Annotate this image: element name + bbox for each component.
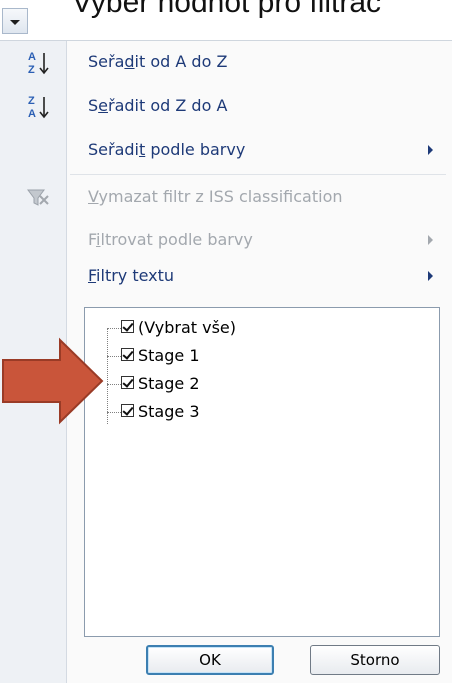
sort-z-to-a-icon: Z A — [22, 91, 58, 123]
sort-a-to-z-icon: A Z — [22, 47, 58, 79]
filter-values-list[interactable]: (Vybrat vše) Stage 1 Stage 2 Stage 3 — [84, 307, 440, 637]
tree-connector — [107, 356, 121, 357]
submenu-arrow-icon — [428, 271, 433, 281]
svg-text:Z: Z — [28, 64, 35, 76]
menu-item-label: Filtrovat podle barvy — [88, 230, 253, 249]
ok-button[interactable]: OK — [146, 645, 274, 675]
filter-dropdown-button[interactable] — [2, 8, 28, 34]
svg-text:Z: Z — [28, 95, 35, 107]
list-item-label: Stage 3 — [138, 402, 200, 421]
menu-item-label: Vymazat filtr z ISS classification — [88, 187, 343, 206]
slide-caption: Vyber hodnot pro filtrac — [72, 0, 382, 19]
tree-connector — [107, 412, 121, 413]
menu-item-label: Filtry textu — [88, 266, 175, 285]
submenu-arrow-icon — [428, 145, 433, 155]
cancel-button[interactable]: Storno — [310, 645, 440, 675]
list-item-label: Stage 1 — [138, 346, 200, 365]
menu-separator — [70, 174, 446, 175]
list-item-label: Stage 2 — [138, 374, 200, 393]
menu-item-label: Seřadit od Z do A — [88, 96, 228, 115]
menu-item-sort-ascending[interactable]: A Z Seřadit od A do Z — [0, 41, 452, 85]
menu-item-sort-descending[interactable]: Z A Seřadit od Z do A — [0, 85, 452, 129]
tree-connector — [107, 384, 121, 385]
menu-item-sort-by-color[interactable]: Seřadit podle barvy — [0, 129, 452, 173]
pointer-arrow-icon — [2, 337, 104, 425]
menu-item-text-filters[interactable]: Filtry textu — [0, 255, 452, 299]
list-item-label: (Vybrat vše) — [138, 318, 237, 337]
value-checkbox[interactable] — [121, 376, 134, 389]
value-checkbox[interactable] — [121, 404, 134, 417]
svg-text:A: A — [28, 108, 36, 120]
submenu-arrow-icon — [428, 235, 433, 245]
menu-item-label: Seřadit od A do Z — [88, 52, 228, 71]
menu-item-clear-filter[interactable]: Vymazat filtr z ISS classification — [0, 176, 452, 220]
menu-item-label: Seřadit podle barvy — [88, 140, 246, 159]
clear-filter-icon — [22, 182, 58, 214]
value-checkbox[interactable] — [121, 348, 134, 361]
chevron-down-icon — [10, 20, 20, 25]
svg-text:A: A — [28, 51, 36, 63]
tree-connector-line — [107, 328, 108, 424]
select-all-checkbox[interactable] — [121, 320, 134, 333]
tree-connector — [107, 328, 121, 329]
